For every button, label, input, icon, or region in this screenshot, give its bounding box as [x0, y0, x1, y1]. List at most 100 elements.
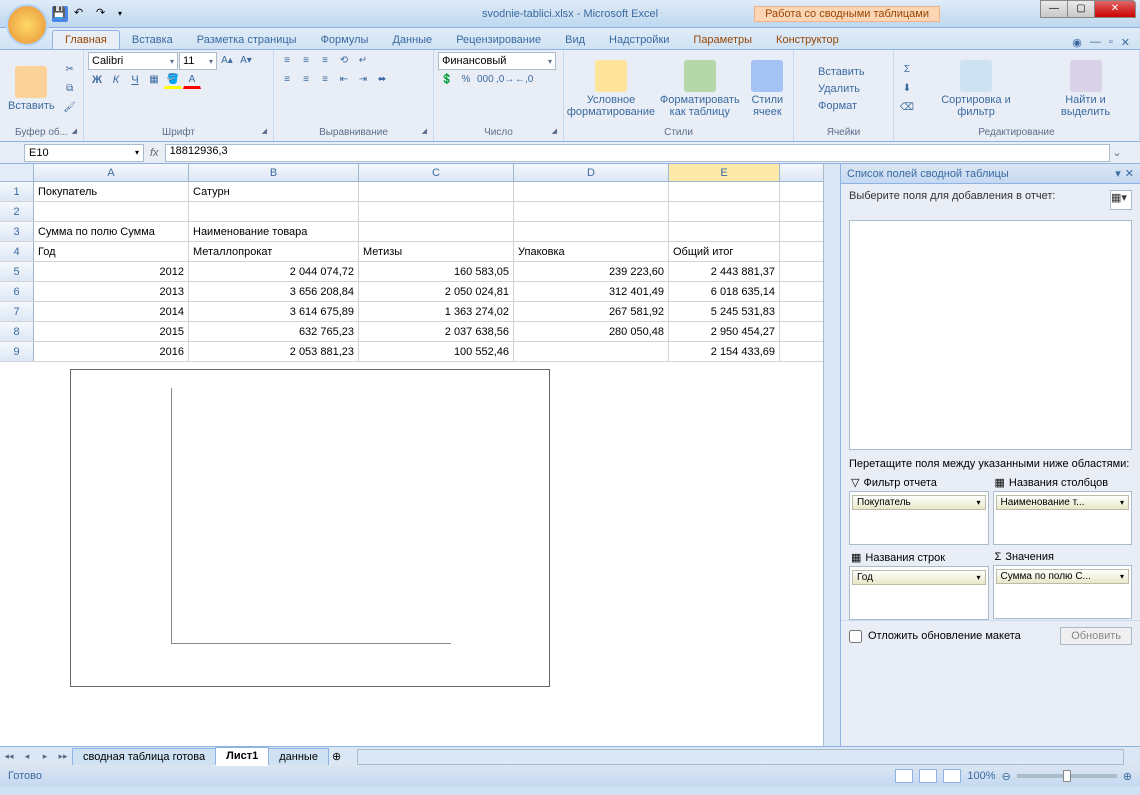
- cell[interactable]: Общий итог: [669, 242, 780, 261]
- columns-pill[interactable]: Наименование т...: [996, 495, 1130, 510]
- italic-icon[interactable]: К: [107, 71, 125, 89]
- wrap-text-icon[interactable]: ↵: [354, 52, 372, 70]
- cell[interactable]: 1 363 274,02: [359, 302, 514, 321]
- tab-view[interactable]: Вид: [553, 31, 597, 49]
- update-button[interactable]: Обновить: [1060, 627, 1132, 645]
- cut-icon[interactable]: ✂: [61, 61, 79, 79]
- font-size-combo[interactable]: 11: [179, 52, 217, 70]
- fx-icon[interactable]: fx: [150, 147, 159, 159]
- cell[interactable]: 2 044 074,72: [189, 262, 359, 281]
- zoom-in-button[interactable]: ⊕: [1123, 770, 1132, 783]
- cell[interactable]: [34, 202, 189, 221]
- cell[interactable]: Год: [34, 242, 189, 261]
- minimize-button[interactable]: —: [1040, 0, 1068, 18]
- cell[interactable]: Покупатель: [34, 182, 189, 201]
- cell[interactable]: [359, 222, 514, 241]
- cell[interactable]: [669, 182, 780, 201]
- format-cells-button[interactable]: Формат: [798, 98, 867, 114]
- row-header[interactable]: 2: [0, 202, 34, 221]
- rows-area[interactable]: Год: [849, 566, 989, 620]
- vertical-scrollbar[interactable]: [823, 164, 840, 746]
- increase-indent-icon[interactable]: ⇥: [354, 71, 372, 89]
- defer-update-checkbox[interactable]: [849, 630, 862, 643]
- cell[interactable]: 2 037 638,56: [359, 322, 514, 341]
- cell[interactable]: 2012: [34, 262, 189, 281]
- insert-cells-button[interactable]: Вставить: [798, 64, 867, 80]
- cell[interactable]: 239 223,60: [514, 262, 669, 281]
- expand-formula-bar-icon[interactable]: ⌄: [1110, 146, 1124, 159]
- cell[interactable]: 3 656 208,84: [189, 282, 359, 301]
- cell[interactable]: [189, 202, 359, 221]
- rows-pill[interactable]: Год: [852, 570, 986, 585]
- values-pill[interactable]: Сумма по полю С...: [996, 569, 1130, 584]
- increase-decimal-icon[interactable]: ,0→: [495, 71, 513, 89]
- sheet-tab[interactable]: сводная таблица готова: [72, 748, 216, 765]
- column-header-d[interactable]: D: [514, 164, 669, 181]
- worksheet-grid[interactable]: A B C D E 1ПокупательСатурн23Сумма по по…: [0, 164, 823, 746]
- page-layout-view-icon[interactable]: [919, 769, 937, 783]
- cell[interactable]: Сумма по полю Сумма: [34, 222, 189, 241]
- column-header-a[interactable]: A: [34, 164, 189, 181]
- cell[interactable]: 632 765,23: [189, 322, 359, 341]
- comma-icon[interactable]: 000: [476, 71, 494, 89]
- clear-icon[interactable]: ⌫: [898, 99, 916, 117]
- copy-icon[interactable]: ⧉: [61, 80, 79, 98]
- filter-area[interactable]: Покупатель: [849, 491, 989, 545]
- underline-icon[interactable]: Ч: [126, 71, 144, 89]
- cell[interactable]: Сатурн: [189, 182, 359, 201]
- cell[interactable]: 2016: [34, 342, 189, 361]
- autosum-icon[interactable]: Σ: [898, 61, 916, 79]
- office-button[interactable]: [6, 4, 48, 46]
- row-header[interactable]: 3: [0, 222, 34, 241]
- values-area[interactable]: Сумма по полю С...: [993, 565, 1133, 619]
- maximize-button[interactable]: ▢: [1067, 0, 1095, 18]
- undo-icon[interactable]: ↶: [74, 6, 90, 22]
- sheet-tab[interactable]: данные: [268, 748, 329, 765]
- filter-pill[interactable]: Покупатель: [852, 495, 986, 510]
- font-name-combo[interactable]: Calibri: [88, 52, 178, 70]
- next-sheet-button[interactable]: ▸: [36, 751, 54, 762]
- find-select-button[interactable]: Найти и выделить: [1036, 58, 1135, 120]
- number-format-combo[interactable]: Финансовый: [438, 52, 556, 70]
- cell[interactable]: 100 552,46: [359, 342, 514, 361]
- column-header-e[interactable]: E: [669, 164, 780, 181]
- row-header[interactable]: 1: [0, 182, 34, 201]
- paste-button[interactable]: Вставить: [4, 64, 59, 114]
- taskpane-close-icon[interactable]: ✕: [1125, 167, 1134, 180]
- sheet-tab-active[interactable]: Лист1: [215, 747, 269, 766]
- tab-home[interactable]: Главная: [52, 30, 120, 49]
- zoom-out-button[interactable]: ⊖: [1002, 770, 1011, 783]
- cell[interactable]: [514, 202, 669, 221]
- column-header-b[interactable]: B: [189, 164, 359, 181]
- close-button[interactable]: ✕: [1094, 0, 1136, 18]
- redo-icon[interactable]: ↷: [96, 6, 112, 22]
- tab-options[interactable]: Параметры: [681, 31, 764, 49]
- cell[interactable]: [514, 182, 669, 201]
- page-break-view-icon[interactable]: [943, 769, 961, 783]
- cell[interactable]: Упаковка: [514, 242, 669, 261]
- last-sheet-button[interactable]: ▸▸: [54, 751, 72, 762]
- pivot-chart[interactable]: [70, 369, 550, 687]
- cell[interactable]: [359, 182, 514, 201]
- cell[interactable]: 2 053 881,23: [189, 342, 359, 361]
- cell[interactable]: 2 443 881,37: [669, 262, 780, 281]
- layout-options-button[interactable]: ▦▾: [1110, 190, 1132, 210]
- cell[interactable]: 2014: [34, 302, 189, 321]
- save-icon[interactable]: 💾: [52, 6, 68, 22]
- border-icon[interactable]: ▦: [145, 71, 163, 89]
- cell[interactable]: [514, 342, 669, 361]
- formula-input[interactable]: 18812936,3: [165, 144, 1110, 162]
- row-header[interactable]: 7: [0, 302, 34, 321]
- tab-design[interactable]: Конструктор: [764, 31, 851, 49]
- cell[interactable]: [359, 202, 514, 221]
- cell[interactable]: [514, 222, 669, 241]
- shrink-font-icon[interactable]: A▾: [237, 52, 255, 70]
- cell[interactable]: [669, 222, 780, 241]
- columns-area[interactable]: Наименование т...: [993, 491, 1133, 545]
- sort-filter-button[interactable]: Сортировка и фильтр: [918, 58, 1034, 120]
- conditional-formatting-button[interactable]: Условное форматирование: [568, 58, 654, 120]
- grow-font-icon[interactable]: A▴: [218, 52, 236, 70]
- cell[interactable]: 2013: [34, 282, 189, 301]
- accounting-format-icon[interactable]: 💲: [438, 71, 456, 89]
- percent-icon[interactable]: %: [457, 71, 475, 89]
